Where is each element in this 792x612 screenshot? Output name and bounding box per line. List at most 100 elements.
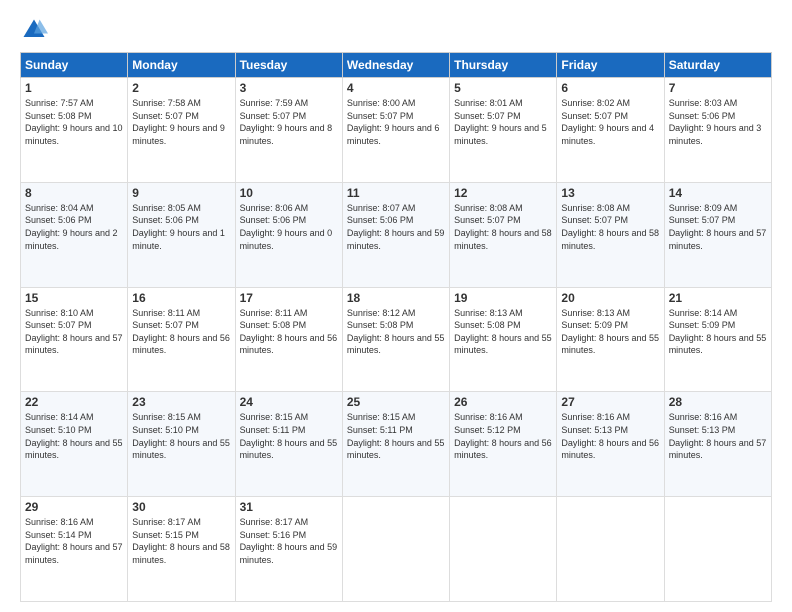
calendar-cell: 24 Sunrise: 8:15 AM Sunset: 5:11 PM Dayl…	[235, 392, 342, 497]
sunrise-label: Sunrise: 8:17 AM	[240, 517, 309, 527]
calendar-cell: 25 Sunrise: 8:15 AM Sunset: 5:11 PM Dayl…	[342, 392, 449, 497]
daylight-label: Daylight: 9 hours and 3 minutes.	[669, 123, 762, 146]
calendar-cell: 31 Sunrise: 8:17 AM Sunset: 5:16 PM Dayl…	[235, 497, 342, 602]
daylight-label: Daylight: 8 hours and 56 minutes.	[240, 333, 338, 356]
sunrise-label: Sunrise: 8:14 AM	[25, 412, 94, 422]
day-info: Sunrise: 8:16 AM Sunset: 5:14 PM Dayligh…	[25, 516, 123, 566]
sunset-label: Sunset: 5:06 PM	[25, 215, 92, 225]
sunrise-label: Sunrise: 8:16 AM	[25, 517, 94, 527]
logo-icon	[20, 16, 48, 44]
daylight-label: Daylight: 8 hours and 57 minutes.	[669, 438, 767, 461]
calendar: SundayMondayTuesdayWednesdayThursdayFrid…	[20, 52, 772, 602]
sunrise-label: Sunrise: 8:08 AM	[561, 203, 630, 213]
day-number: 30	[132, 500, 230, 514]
day-number: 25	[347, 395, 445, 409]
calendar-week-5: 29 Sunrise: 8:16 AM Sunset: 5:14 PM Dayl…	[21, 497, 772, 602]
page: SundayMondayTuesdayWednesdayThursdayFrid…	[0, 0, 792, 612]
sunrise-label: Sunrise: 7:57 AM	[25, 98, 94, 108]
daylight-label: Daylight: 8 hours and 56 minutes.	[454, 438, 552, 461]
sunset-label: Sunset: 5:10 PM	[25, 425, 92, 435]
weekday-header-monday: Monday	[128, 53, 235, 78]
calendar-cell: 16 Sunrise: 8:11 AM Sunset: 5:07 PM Dayl…	[128, 287, 235, 392]
daylight-label: Daylight: 9 hours and 4 minutes.	[561, 123, 654, 146]
sunrise-label: Sunrise: 8:15 AM	[132, 412, 201, 422]
calendar-cell: 18 Sunrise: 8:12 AM Sunset: 5:08 PM Dayl…	[342, 287, 449, 392]
calendar-cell: 1 Sunrise: 7:57 AM Sunset: 5:08 PM Dayli…	[21, 78, 128, 183]
sunrise-label: Sunrise: 8:08 AM	[454, 203, 523, 213]
weekday-header-tuesday: Tuesday	[235, 53, 342, 78]
sunset-label: Sunset: 5:10 PM	[132, 425, 199, 435]
sunset-label: Sunset: 5:07 PM	[132, 111, 199, 121]
sunset-label: Sunset: 5:07 PM	[240, 111, 307, 121]
sunrise-label: Sunrise: 8:17 AM	[132, 517, 201, 527]
sunrise-label: Sunrise: 8:12 AM	[347, 308, 416, 318]
sunset-label: Sunset: 5:07 PM	[561, 215, 628, 225]
calendar-cell: 22 Sunrise: 8:14 AM Sunset: 5:10 PM Dayl…	[21, 392, 128, 497]
day-info: Sunrise: 8:12 AM Sunset: 5:08 PM Dayligh…	[347, 307, 445, 357]
day-info: Sunrise: 8:00 AM Sunset: 5:07 PM Dayligh…	[347, 97, 445, 147]
header	[20, 16, 772, 44]
day-info: Sunrise: 7:59 AM Sunset: 5:07 PM Dayligh…	[240, 97, 338, 147]
sunrise-label: Sunrise: 8:02 AM	[561, 98, 630, 108]
day-number: 28	[669, 395, 767, 409]
day-number: 1	[25, 81, 123, 95]
sunset-label: Sunset: 5:07 PM	[561, 111, 628, 121]
day-info: Sunrise: 8:14 AM Sunset: 5:09 PM Dayligh…	[669, 307, 767, 357]
day-number: 14	[669, 186, 767, 200]
calendar-cell: 26 Sunrise: 8:16 AM Sunset: 5:12 PM Dayl…	[450, 392, 557, 497]
day-info: Sunrise: 8:08 AM Sunset: 5:07 PM Dayligh…	[561, 202, 659, 252]
sunrise-label: Sunrise: 8:05 AM	[132, 203, 201, 213]
day-info: Sunrise: 8:06 AM Sunset: 5:06 PM Dayligh…	[240, 202, 338, 252]
daylight-label: Daylight: 9 hours and 8 minutes.	[240, 123, 333, 146]
weekday-header-thursday: Thursday	[450, 53, 557, 78]
day-number: 17	[240, 291, 338, 305]
daylight-label: Daylight: 8 hours and 57 minutes.	[25, 542, 123, 565]
day-number: 15	[25, 291, 123, 305]
day-number: 11	[347, 186, 445, 200]
calendar-cell	[450, 497, 557, 602]
calendar-cell: 17 Sunrise: 8:11 AM Sunset: 5:08 PM Dayl…	[235, 287, 342, 392]
sunrise-label: Sunrise: 8:13 AM	[454, 308, 523, 318]
calendar-cell: 27 Sunrise: 8:16 AM Sunset: 5:13 PM Dayl…	[557, 392, 664, 497]
day-number: 26	[454, 395, 552, 409]
sunset-label: Sunset: 5:06 PM	[347, 215, 414, 225]
calendar-cell: 9 Sunrise: 8:05 AM Sunset: 5:06 PM Dayli…	[128, 182, 235, 287]
sunrise-label: Sunrise: 8:01 AM	[454, 98, 523, 108]
sunrise-label: Sunrise: 8:10 AM	[25, 308, 94, 318]
calendar-cell: 3 Sunrise: 7:59 AM Sunset: 5:07 PM Dayli…	[235, 78, 342, 183]
day-number: 23	[132, 395, 230, 409]
daylight-label: Daylight: 9 hours and 5 minutes.	[454, 123, 547, 146]
day-info: Sunrise: 8:10 AM Sunset: 5:07 PM Dayligh…	[25, 307, 123, 357]
weekday-header-saturday: Saturday	[664, 53, 771, 78]
calendar-cell: 6 Sunrise: 8:02 AM Sunset: 5:07 PM Dayli…	[557, 78, 664, 183]
daylight-label: Daylight: 8 hours and 58 minutes.	[454, 228, 552, 251]
calendar-cell: 15 Sunrise: 8:10 AM Sunset: 5:07 PM Dayl…	[21, 287, 128, 392]
day-info: Sunrise: 8:17 AM Sunset: 5:16 PM Dayligh…	[240, 516, 338, 566]
sunrise-label: Sunrise: 8:16 AM	[561, 412, 630, 422]
sunset-label: Sunset: 5:07 PM	[25, 320, 92, 330]
sunrise-label: Sunrise: 8:06 AM	[240, 203, 309, 213]
calendar-body: 1 Sunrise: 7:57 AM Sunset: 5:08 PM Dayli…	[21, 78, 772, 602]
day-number: 9	[132, 186, 230, 200]
calendar-cell: 30 Sunrise: 8:17 AM Sunset: 5:15 PM Dayl…	[128, 497, 235, 602]
daylight-label: Daylight: 8 hours and 55 minutes.	[669, 333, 767, 356]
day-number: 31	[240, 500, 338, 514]
weekday-header-sunday: Sunday	[21, 53, 128, 78]
day-info: Sunrise: 8:05 AM Sunset: 5:06 PM Dayligh…	[132, 202, 230, 252]
calendar-cell: 8 Sunrise: 8:04 AM Sunset: 5:06 PM Dayli…	[21, 182, 128, 287]
daylight-label: Daylight: 9 hours and 10 minutes.	[25, 123, 123, 146]
sunrise-label: Sunrise: 8:00 AM	[347, 98, 416, 108]
calendar-cell: 12 Sunrise: 8:08 AM Sunset: 5:07 PM Dayl…	[450, 182, 557, 287]
day-info: Sunrise: 8:16 AM Sunset: 5:13 PM Dayligh…	[669, 411, 767, 461]
sunrise-label: Sunrise: 8:15 AM	[240, 412, 309, 422]
calendar-cell: 4 Sunrise: 8:00 AM Sunset: 5:07 PM Dayli…	[342, 78, 449, 183]
day-info: Sunrise: 8:03 AM Sunset: 5:06 PM Dayligh…	[669, 97, 767, 147]
calendar-cell: 20 Sunrise: 8:13 AM Sunset: 5:09 PM Dayl…	[557, 287, 664, 392]
daylight-label: Daylight: 9 hours and 0 minutes.	[240, 228, 333, 251]
daylight-label: Daylight: 8 hours and 55 minutes.	[25, 438, 123, 461]
daylight-label: Daylight: 8 hours and 58 minutes.	[561, 228, 659, 251]
sunrise-label: Sunrise: 8:16 AM	[669, 412, 738, 422]
day-info: Sunrise: 8:11 AM Sunset: 5:08 PM Dayligh…	[240, 307, 338, 357]
sunset-label: Sunset: 5:08 PM	[240, 320, 307, 330]
sunrise-label: Sunrise: 8:09 AM	[669, 203, 738, 213]
